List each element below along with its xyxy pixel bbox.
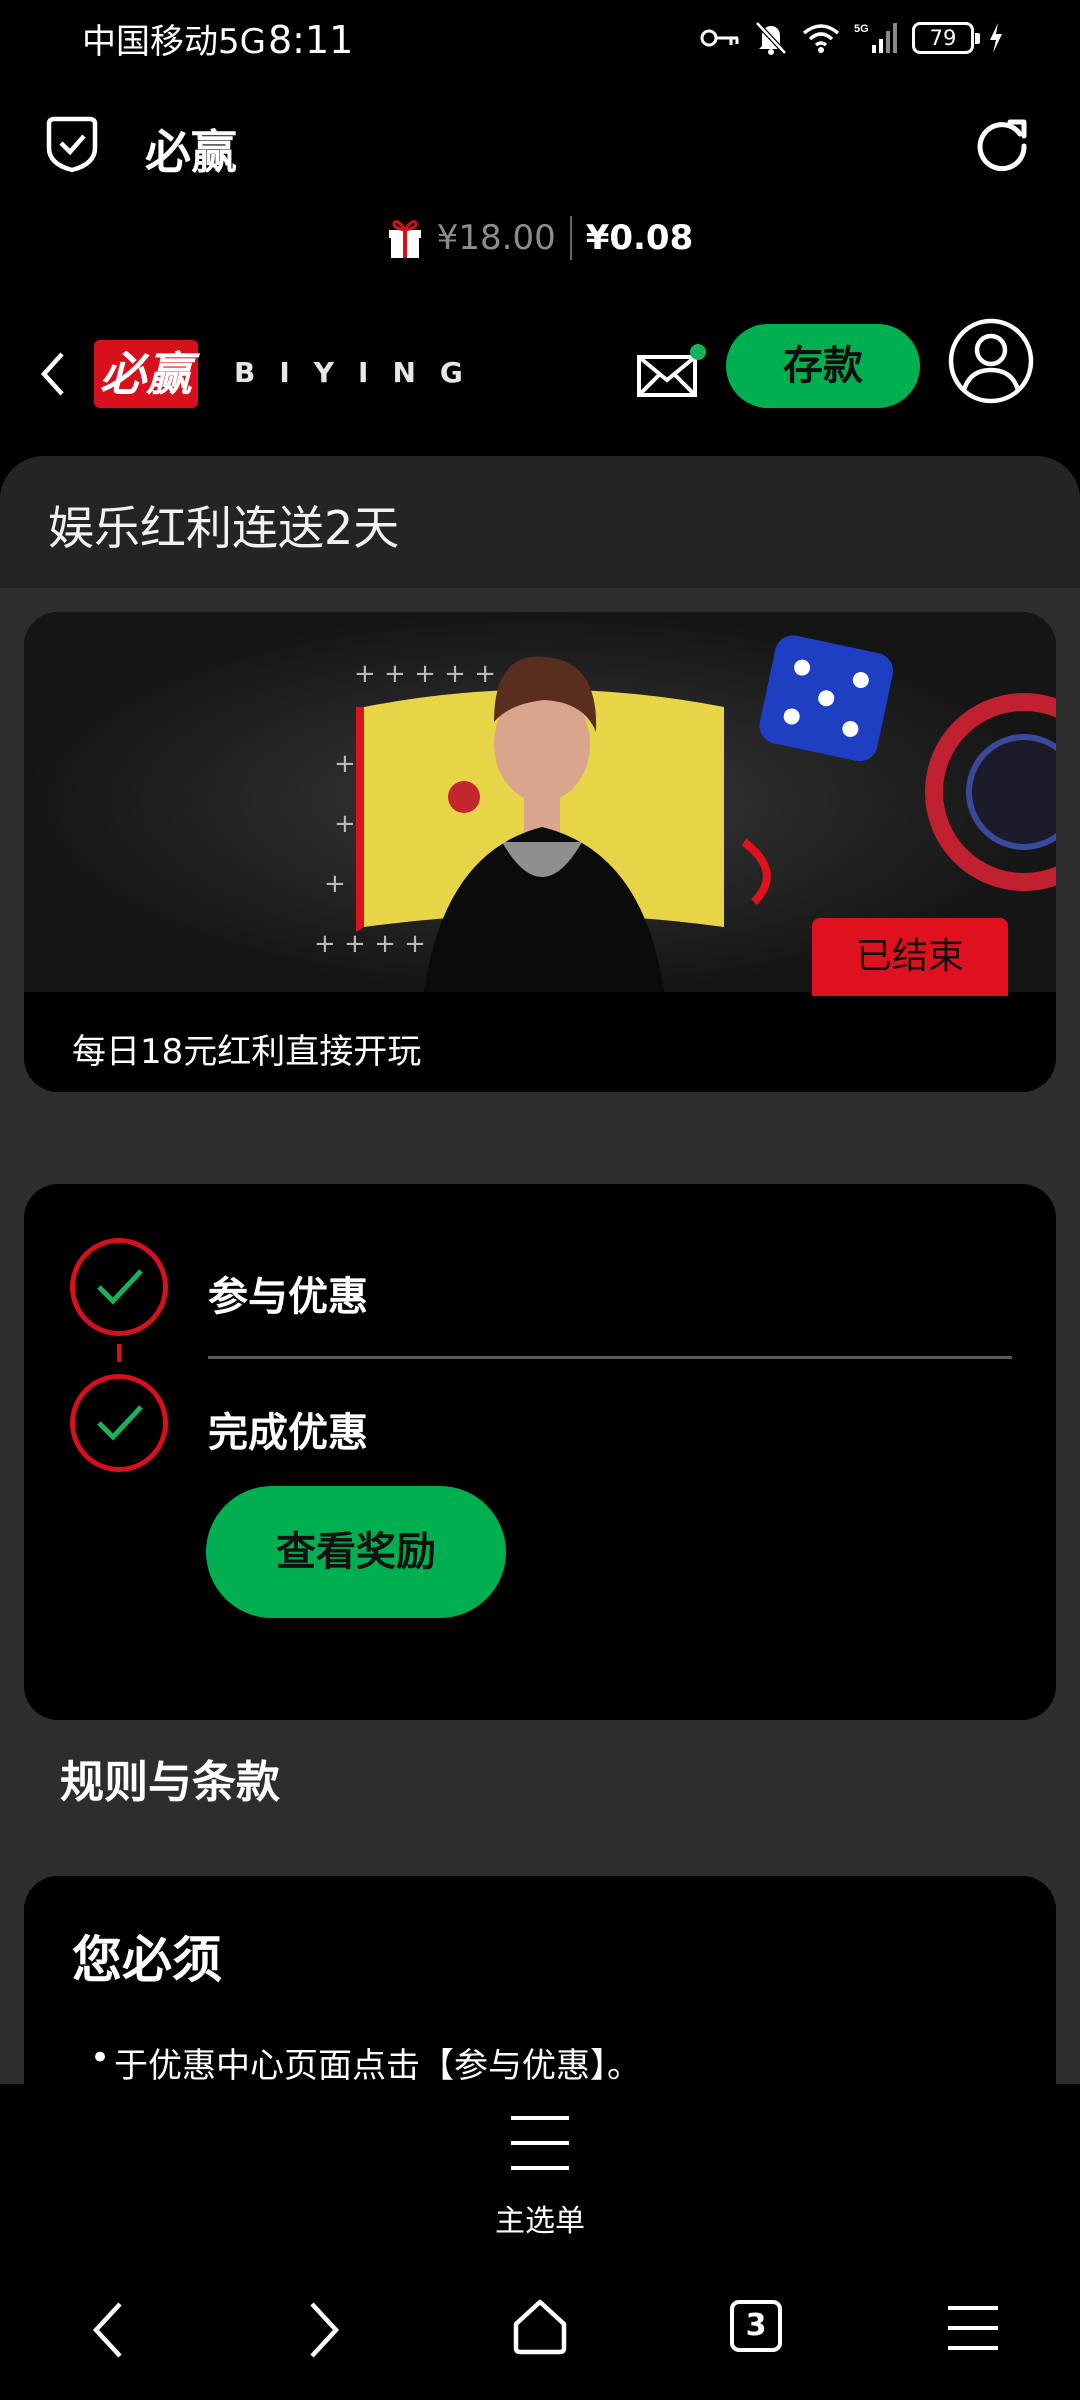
deposit-button[interactable]: 存款: [726, 324, 920, 408]
status-bar: 中国移动5G8:11 5G 79: [0, 0, 1080, 76]
nav-forward-icon[interactable]: [304, 2300, 344, 2360]
hamburger-menu-icon[interactable]: [509, 2112, 571, 2174]
tabs-count-button[interactable]: 3: [730, 2300, 782, 2352]
step-connector: [117, 1344, 121, 1362]
promo-panel[interactable]: 娱乐红利连送2天 + + + + + + + + + + + + + + 已结束…: [0, 456, 1080, 2084]
step-1-check-icon: [70, 1238, 168, 1336]
steps-card: 参与优惠 完成优惠 查看奖励: [24, 1184, 1056, 1720]
signal-5g-icon: 5G: [854, 23, 897, 53]
balance-row[interactable]: ¥18.00 ¥0.08: [0, 208, 1080, 268]
site-nav: 必赢 BIYING 存款: [0, 318, 1080, 428]
browser-nav-bar: 3: [0, 2270, 1080, 2400]
main-balance: ¥0.08: [585, 218, 694, 258]
rules-card: 您必须 于优惠中心页面点击【参与优惠】。: [24, 1876, 1056, 2084]
step-2-label: 完成优惠: [208, 1410, 368, 1456]
step-2-check-icon: [70, 1374, 168, 1472]
gift-icon: [388, 220, 421, 258]
svg-text:+ + + +: + + + +: [314, 929, 426, 959]
rule-item: 于优惠中心页面点击【参与优惠】。: [90, 2038, 641, 2084]
nav-home-icon[interactable]: [510, 2298, 570, 2356]
svg-text:+: +: [334, 749, 356, 779]
main-menu-label[interactable]: 主选单: [0, 2196, 1080, 2240]
bonus-balance: ¥18.00: [436, 218, 556, 258]
promo-description: 每日18元红利直接开玩: [72, 1032, 422, 1072]
panel-header: 娱乐红利连送2天: [0, 456, 1080, 588]
rules-heading: 规则与条款: [60, 1757, 280, 1808]
wifi-icon: [802, 24, 840, 53]
reload-icon[interactable]: [972, 114, 1032, 174]
browser-header: 必赢: [0, 96, 1080, 196]
key-icon: [700, 29, 739, 47]
clock: 8:11: [267, 18, 354, 62]
mute-bell-icon: [755, 21, 787, 55]
svg-text:+: +: [334, 809, 356, 839]
must-heading: 您必须: [72, 1931, 222, 1989]
unread-dot: [690, 344, 706, 360]
shield-check-icon[interactable]: [44, 114, 100, 174]
step-divider: [208, 1356, 1012, 1359]
mail-icon[interactable]: [636, 352, 698, 398]
svg-text:5G: 5G: [854, 23, 869, 35]
nav-back-icon[interactable]: [88, 2300, 128, 2360]
battery-indicator: 79: [912, 22, 980, 54]
promo-status-badge: 已结束: [812, 918, 1008, 996]
promo-title: 娱乐红利连送2天: [48, 501, 400, 555]
back-chevron-icon[interactable]: [36, 350, 70, 398]
charging-bolt-icon: [990, 23, 1002, 53]
promo-card[interactable]: + + + + + + + + + + + + + + 已结束 每日18元红利直…: [24, 612, 1056, 1092]
status-icons: 5G 79: [700, 16, 1004, 60]
brand-wordmark: BIYING: [234, 356, 487, 389]
step-1-label: 参与优惠: [208, 1274, 368, 1320]
brand-logo[interactable]: 必赢: [94, 340, 198, 408]
page-title: 必赢: [145, 125, 237, 179]
main-menu-bar[interactable]: 主选单: [0, 2084, 1080, 2254]
carrier-time: 中国移动5G8:11: [82, 14, 353, 63]
nav-menu-icon[interactable]: [946, 2304, 1000, 2352]
balance-divider: [569, 216, 572, 260]
carrier-label: 中国移动5G: [82, 22, 266, 62]
view-reward-button[interactable]: 查看奖励: [206, 1486, 506, 1618]
user-avatar-icon[interactable]: [948, 318, 1034, 404]
